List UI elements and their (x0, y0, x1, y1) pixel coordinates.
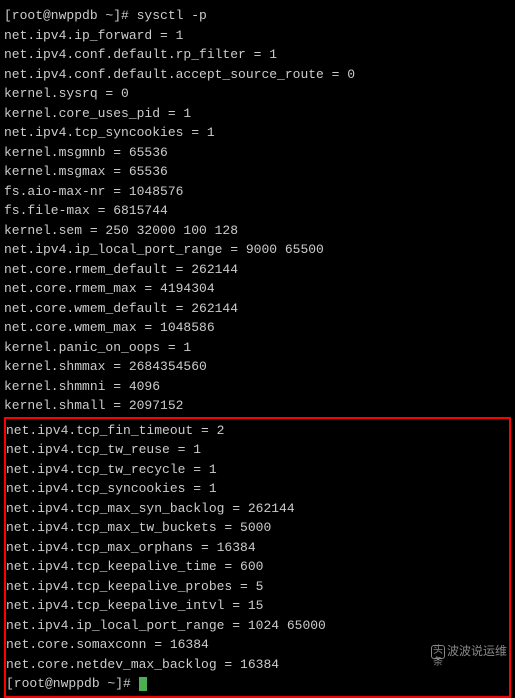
highlighted-line: net.ipv4.ip_local_port_range = 1024 6500… (6, 616, 509, 636)
output-line: kernel.sysrq = 0 (4, 84, 511, 104)
output-line: kernel.panic_on_oops = 1 (4, 338, 511, 358)
output-line: net.core.rmem_default = 262144 (4, 260, 511, 280)
output-line: net.core.wmem_max = 1048586 (4, 318, 511, 338)
output-line: net.ipv4.ip_local_port_range = 9000 6550… (4, 240, 511, 260)
watermark-icon: 头条 (431, 645, 445, 659)
output-line: fs.file-max = 6815744 (4, 201, 511, 221)
highlighted-line: net.ipv4.tcp_tw_recycle = 1 (6, 460, 509, 480)
prompt-line: [root@nwppdb ~]# sysctl -p (4, 6, 511, 26)
output-line: fs.aio-max-nr = 1048576 (4, 182, 511, 202)
highlighted-line: net.ipv4.tcp_max_tw_buckets = 5000 (6, 518, 509, 538)
highlighted-line: net.ipv4.tcp_max_orphans = 16384 (6, 538, 509, 558)
output-line: net.ipv4.tcp_syncookies = 1 (4, 123, 511, 143)
output-line: net.core.rmem_max = 4194304 (4, 279, 511, 299)
command-text: sysctl -p (137, 8, 207, 23)
output-line: net.ipv4.ip_forward = 1 (4, 26, 511, 46)
watermark: 头条 波波说运维 (431, 643, 507, 661)
output-line: net.core.wmem_default = 262144 (4, 299, 511, 319)
output-line: kernel.core_uses_pid = 1 (4, 104, 511, 124)
output-line: kernel.msgmnb = 65536 (4, 143, 511, 163)
highlighted-line: net.ipv4.tcp_keepalive_time = 600 (6, 557, 509, 577)
output-line: net.ipv4.conf.default.accept_source_rout… (4, 65, 511, 85)
output-line: net.ipv4.conf.default.rp_filter = 1 (4, 45, 511, 65)
output-line: kernel.shmmni = 4096 (4, 377, 511, 397)
prompt: [root@nwppdb ~]# (6, 676, 139, 691)
highlighted-line: net.ipv4.tcp_keepalive_probes = 5 (6, 577, 509, 597)
output-line: kernel.msgmax = 65536 (4, 162, 511, 182)
output-block: net.ipv4.ip_forward = 1net.ipv4.conf.def… (4, 26, 511, 416)
watermark-text: 波波说运维 (447, 643, 507, 661)
highlighted-line: net.ipv4.tcp_keepalive_intvl = 15 (6, 596, 509, 616)
highlighted-line: net.ipv4.tcp_tw_reuse = 1 (6, 440, 509, 460)
highlighted-line: net.ipv4.tcp_syncookies = 1 (6, 479, 509, 499)
highlighted-line: net.ipv4.tcp_fin_timeout = 2 (6, 421, 509, 441)
highlighted-line: net.ipv4.tcp_max_syn_backlog = 262144 (6, 499, 509, 519)
output-line: kernel.sem = 250 32000 100 128 (4, 221, 511, 241)
cursor[interactable] (139, 677, 147, 691)
prompt: [root@nwppdb ~]# (4, 8, 137, 23)
output-line: kernel.shmall = 2097152 (4, 396, 511, 416)
output-line: kernel.shmmax = 2684354560 (4, 357, 511, 377)
